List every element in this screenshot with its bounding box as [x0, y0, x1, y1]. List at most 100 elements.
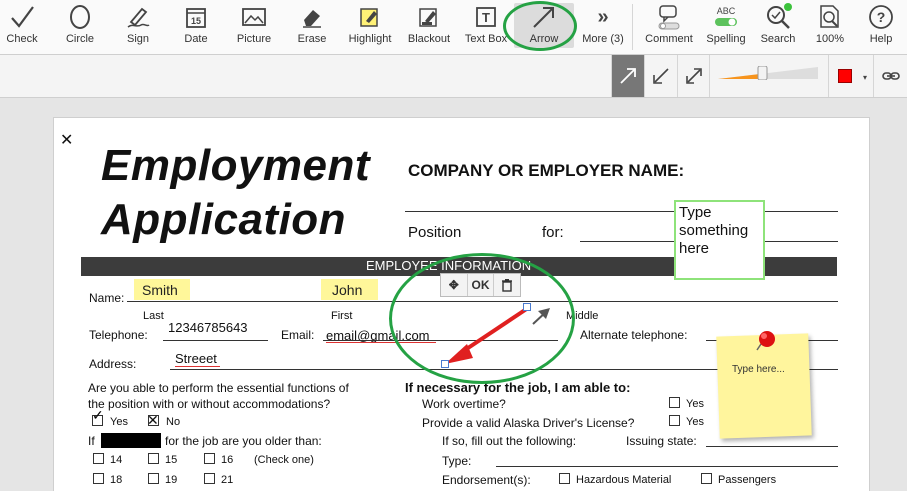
age-15-checkbox[interactable]	[148, 453, 159, 464]
last-name-value[interactable]: Smith	[142, 282, 178, 298]
for-label: for:	[542, 224, 564, 241]
spelling-icon: ABC	[713, 0, 739, 34]
telephone-line	[163, 340, 268, 341]
spelling-tool[interactable]: ABC Spelling	[703, 0, 749, 55]
blackout-annotation[interactable]	[101, 433, 161, 448]
stroke-color-swatch[interactable]	[838, 69, 852, 83]
checkmark-icon: ✓	[92, 407, 104, 423]
search-tool[interactable]: Search	[758, 0, 798, 55]
age-16-checkbox[interactable]	[204, 453, 215, 464]
hazmat-label: Hazardous Material	[576, 474, 672, 486]
issuing-state-label: Issuing state:	[626, 434, 697, 448]
arrow-start-style[interactable]	[644, 55, 677, 97]
age-21-checkbox[interactable]	[204, 473, 215, 484]
highlight-icon	[357, 0, 383, 34]
comment-tool[interactable]: Comment	[641, 0, 697, 55]
svg-text:T: T	[482, 10, 490, 25]
textbox-icon: T	[474, 0, 498, 34]
link-button[interactable]	[873, 55, 907, 97]
age-21-label: 21	[221, 474, 234, 486]
first-label: First	[331, 310, 353, 322]
pushpin-icon	[756, 331, 775, 351]
svg-text:?: ?	[877, 9, 886, 25]
color-dropdown-icon: ▾	[862, 73, 867, 82]
age-18-label: 18	[110, 474, 123, 486]
arrow-end-icon	[620, 68, 636, 84]
address-value[interactable]: Streeet	[175, 351, 217, 366]
blackout-icon	[416, 0, 442, 34]
alt-phone-label: Alternate telephone:	[580, 328, 688, 342]
highlight-tool[interactable]: Highlight	[344, 0, 396, 55]
erase-label: Erase	[297, 33, 327, 45]
issuing-state-line	[706, 446, 838, 447]
essential-yes-label: Yes	[110, 416, 128, 428]
zoom-icon	[817, 0, 843, 34]
erase-icon	[299, 0, 325, 34]
zoom-tool[interactable]: 100%	[810, 0, 850, 55]
hazmat-checkbox[interactable]	[559, 473, 570, 484]
date-tool[interactable]: 15 Date	[176, 0, 216, 55]
arrow-tool[interactable]: Arrow	[521, 0, 567, 55]
help-tool[interactable]: ? Help	[861, 0, 901, 55]
blackout-label: Blackout	[407, 33, 451, 45]
check-one-label: (Check one)	[254, 454, 314, 466]
x-mark-icon: ✕	[147, 412, 159, 428]
circle-label: Circle	[65, 33, 95, 45]
check-icon	[9, 0, 35, 34]
pdf-editor: Check Circle Sign 15 Date Picture Erase …	[0, 0, 907, 491]
passengers-checkbox[interactable]	[701, 473, 712, 484]
passengers-label: Passengers	[718, 474, 777, 486]
sign-tool[interactable]: Sign	[118, 0, 158, 55]
date-icon: 15	[184, 0, 208, 34]
spelling-label: Spelling	[706, 33, 746, 45]
age-16-label: 16	[221, 454, 234, 466]
picture-tool[interactable]: Picture	[233, 0, 275, 55]
name-label: Name:	[89, 291, 125, 305]
circle-icon	[67, 0, 93, 34]
search-icon	[764, 0, 792, 34]
stroke-width-slider[interactable]	[718, 66, 818, 80]
more-label: More (3)	[582, 33, 624, 45]
help-label: Help	[869, 33, 893, 45]
telephone-label: Telephone:	[89, 328, 148, 342]
overtime-yes-checkbox[interactable]	[669, 397, 680, 408]
license-yes-label: Yes	[686, 416, 704, 428]
age-14-checkbox[interactable]	[93, 453, 104, 464]
more-icon: »	[597, 5, 609, 28]
first-name-value[interactable]: John	[332, 282, 362, 298]
check-tool[interactable]: Check	[0, 0, 44, 55]
sign-label: Sign	[126, 33, 150, 45]
license-yes-checkbox[interactable]	[669, 415, 680, 426]
sticky-note-text[interactable]: Type here...	[732, 364, 785, 375]
license-label: Provide a valid Alaska Driver's License?	[422, 416, 635, 430]
company-label: COMPANY OR EMPLOYER NAME:	[408, 161, 685, 180]
overtime-yes-label: Yes	[686, 398, 704, 410]
svg-text:15: 15	[191, 16, 201, 26]
arrow-both-style[interactable]	[677, 55, 710, 97]
more-tool[interactable]: » More (3)	[580, 0, 626, 55]
age-19-checkbox[interactable]	[148, 473, 159, 484]
erase-tool[interactable]: Erase	[293, 0, 331, 55]
necessary-label: If necessary for the job, I am able to:	[405, 380, 631, 395]
age-18-checkbox[interactable]	[93, 473, 104, 484]
close-icon[interactable]: ✕	[60, 130, 73, 150]
email-label: Email:	[281, 328, 315, 342]
blackout-tool[interactable]: Blackout	[404, 0, 454, 55]
arrow-both-icon	[685, 68, 702, 84]
type-label: Type:	[442, 454, 472, 468]
overtime-label: Work overtime?	[422, 397, 506, 411]
telephone-value[interactable]: 12346785643	[168, 320, 248, 335]
search-label: Search	[760, 33, 796, 45]
text-box-annotation[interactable]: Type something here	[674, 200, 765, 280]
sign-icon	[125, 0, 151, 34]
essential-question-1: Are you able to perform the essential fu…	[88, 381, 349, 395]
arrow-label: Arrow	[529, 33, 559, 45]
essential-no-label: No	[166, 416, 181, 428]
main-toolbar: Check Circle Sign 15 Date Picture Erase …	[0, 0, 907, 55]
textbox-tool[interactable]: T Text Box	[462, 0, 510, 55]
circle-tool[interactable]: Circle	[57, 0, 103, 55]
annotation-highlight-circle	[389, 253, 575, 384]
arrow-end-style[interactable]	[611, 55, 644, 97]
age-19-label: 19	[165, 474, 178, 486]
address-label: Address:	[89, 357, 137, 371]
